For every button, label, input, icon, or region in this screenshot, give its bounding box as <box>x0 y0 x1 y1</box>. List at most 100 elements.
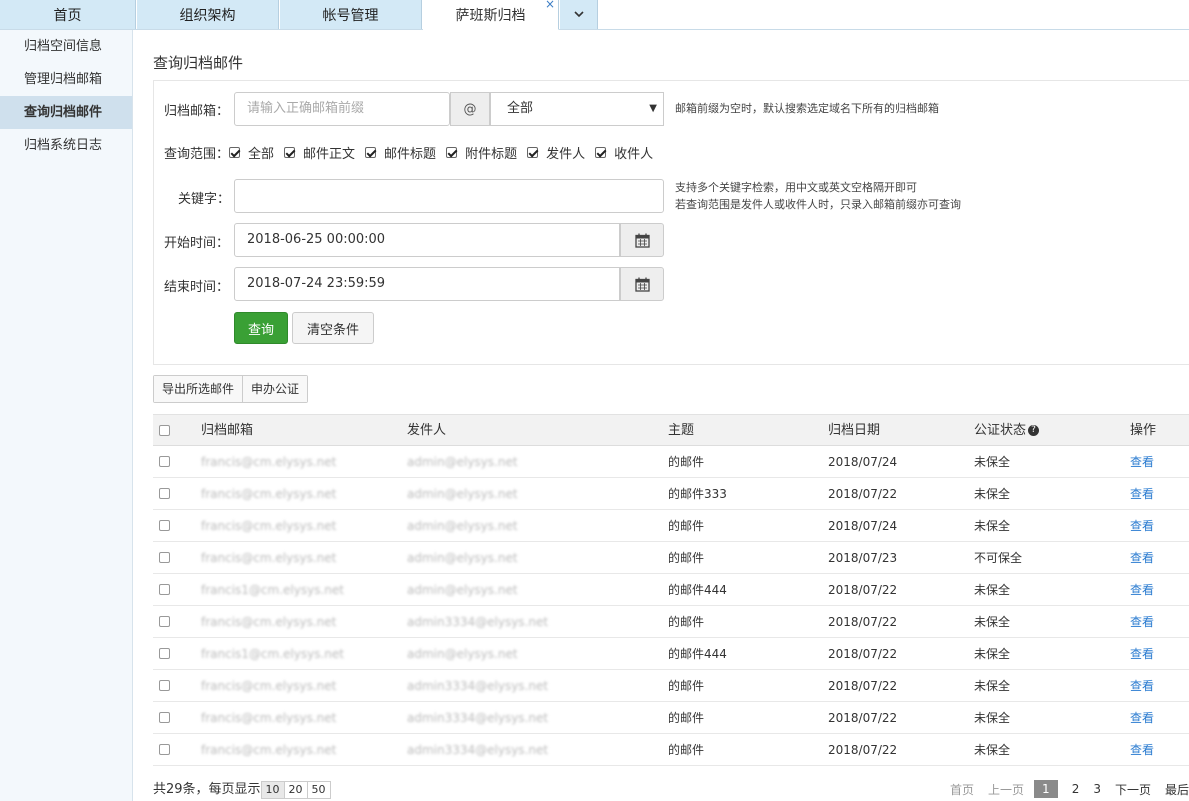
tab-organization[interactable]: 组织架构 <box>137 0 279 29</box>
calendar-icon <box>634 277 650 292</box>
row-checkbox[interactable] <box>159 680 170 691</box>
table-body: francis@cm.elysys.net admin@elysys.net 的邮件… <box>153 446 1189 766</box>
mailbox-label: 归档邮箱： <box>164 104 230 119</box>
table-row[interactable]: francis@cm.elysys.net admin@elysys.net 的邮件… <box>153 510 1189 542</box>
row-sender: admin3334@elysys.net <box>407 743 549 757</box>
checkbox[interactable] <box>365 147 377 158</box>
sidebar-item-archive-system-log[interactable]: 归档系统日志 <box>0 129 132 162</box>
mailbox-prefix-input[interactable]: 请输入正确邮箱前缀 <box>234 92 450 126</box>
row-checkbox[interactable] <box>159 616 170 627</box>
scope-checkbox-sender[interactable]: 发件人 <box>527 143 585 162</box>
table-row[interactable]: francis@cm.elysys.net admin3334@elysys.ne… <box>153 606 1189 638</box>
row-checkbox[interactable] <box>159 552 170 563</box>
row-subject: 的邮件 <box>668 615 705 629</box>
table-row[interactable]: francis1@cm.elysys.net admin@elysys.net 的邮… <box>153 638 1189 670</box>
row-sender: admin@elysys.net <box>407 583 518 597</box>
checkbox[interactable] <box>446 147 458 158</box>
search-button[interactable]: 查询 <box>234 312 288 344</box>
row-date: 2018/07/24 <box>828 519 898 533</box>
checkbox[interactable] <box>229 147 241 158</box>
table-row[interactable]: francis@cm.elysys.net admin3334@elysys.ne… <box>153 670 1189 702</box>
column-header-subject[interactable]: 主题 <box>668 415 694 447</box>
end-time-label: 结束时间： <box>164 280 230 295</box>
scope-checkbox-subject[interactable]: 邮件标题 <box>365 143 436 162</box>
scope-checkbox-all[interactable]: 全部 <box>229 143 274 162</box>
table-footer: 共29条，每页显示 10 20 50 首页 上一页 1 2 3 下一页 最后 <box>153 778 1189 800</box>
table-row[interactable]: francis@cm.elysys.net admin3334@elysys.ne… <box>153 734 1189 766</box>
start-time-input[interactable]: 2018-06-25 00:00:00 <box>234 223 620 257</box>
view-link[interactable]: 查看 <box>1130 606 1154 638</box>
page-size-option[interactable]: 10 <box>261 781 284 798</box>
column-header-status[interactable]: 公证状态? <box>974 415 1040 447</box>
domain-select[interactable]: 全部 ▼ <box>490 92 664 126</box>
tab-home[interactable]: 首页 <box>0 0 136 29</box>
pager-prev[interactable]: 上一页 <box>988 781 1024 798</box>
column-header-sender[interactable]: 发件人 <box>407 415 446 447</box>
close-icon[interactable]: × <box>545 0 555 11</box>
table-row[interactable]: francis@cm.elysys.net admin3334@elysys.ne… <box>153 702 1189 734</box>
row-checkbox[interactable] <box>159 712 170 723</box>
view-link[interactable]: 查看 <box>1130 670 1154 702</box>
table-row[interactable]: francis@cm.elysys.net admin@elysys.net 的邮件… <box>153 542 1189 574</box>
row-subject: 的邮件 <box>668 679 705 693</box>
scope-checkbox-attachment-title[interactable]: 附件标题 <box>446 143 517 162</box>
tab-more-button[interactable] <box>560 0 598 29</box>
caret-down-icon: ▼ <box>649 103 657 114</box>
row-checkbox[interactable] <box>159 520 170 531</box>
row-checkbox[interactable] <box>159 456 170 467</box>
row-checkbox[interactable] <box>159 488 170 499</box>
apply-notarization-button[interactable]: 申办公证 <box>242 376 308 402</box>
keyword-input[interactable] <box>234 179 664 213</box>
row-checkbox[interactable] <box>159 744 170 755</box>
select-all-checkbox[interactable] <box>159 425 170 436</box>
checkbox[interactable] <box>284 147 296 158</box>
view-link[interactable]: 查看 <box>1130 542 1154 574</box>
row-checkbox[interactable] <box>159 584 170 595</box>
view-link[interactable]: 查看 <box>1130 638 1154 670</box>
pager-next[interactable]: 下一页 <box>1115 781 1151 798</box>
tab-account-management[interactable]: 帐号管理 <box>280 0 422 29</box>
scope-checkbox-recipient[interactable]: 收件人 <box>595 143 653 162</box>
page-size-option[interactable]: 50 <box>306 781 330 798</box>
page-size-option[interactable]: 20 <box>283 781 307 798</box>
export-selected-button[interactable]: 导出所选邮件 <box>154 376 243 402</box>
pager-last[interactable]: 最后 <box>1165 781 1189 798</box>
column-header-date[interactable]: 归档日期 <box>828 415 880 447</box>
view-link[interactable]: 查看 <box>1130 574 1154 606</box>
keyword-hint-line: 支持多个关键字检索，用中文或英文空格隔开即可 <box>675 181 917 194</box>
sidebar-item-manage-archive-mailbox[interactable]: 管理归档邮箱 <box>0 63 132 96</box>
row-mailbox: francis@cm.elysys.net <box>201 519 337 533</box>
table-row[interactable]: francis1@cm.elysys.net admin@elysys.net 的邮… <box>153 574 1189 606</box>
scope-checkbox-body[interactable]: 邮件正文 <box>284 143 355 162</box>
end-calendar-button[interactable] <box>620 267 664 301</box>
sidebar-item-archive-space-info[interactable]: 归档空间信息 <box>0 30 132 63</box>
sidebar: 归档空间信息 管理归档邮箱 查询归档邮件 归档系统日志 <box>0 30 133 801</box>
table-row[interactable]: francis@cm.elysys.net admin@elysys.net 的邮件… <box>153 446 1189 478</box>
sidebar-item-query-archive-mail[interactable]: 查询归档邮件 <box>0 96 132 129</box>
column-header-mailbox[interactable]: 归档邮箱 <box>201 415 253 447</box>
view-link[interactable]: 查看 <box>1130 510 1154 542</box>
view-link[interactable]: 查看 <box>1130 446 1154 478</box>
clear-conditions-button[interactable]: 清空条件 <box>292 312 374 344</box>
view-link[interactable]: 查看 <box>1130 734 1154 766</box>
row-date: 2018/07/22 <box>828 583 898 597</box>
total-count-text: 共29条，每页显示 <box>153 782 261 797</box>
domain-select-value: 全部 <box>507 101 534 116</box>
pager-first[interactable]: 首页 <box>950 781 974 798</box>
pager-page-current[interactable]: 1 <box>1034 780 1058 798</box>
checkbox[interactable] <box>527 147 539 158</box>
table-row[interactable]: francis@cm.elysys.net admin@elysys.net 的邮件… <box>153 478 1189 510</box>
row-checkbox[interactable] <box>159 648 170 659</box>
end-time-input[interactable]: 2018-07-24 23:59:59 <box>234 267 620 301</box>
view-link[interactable]: 查看 <box>1130 478 1154 510</box>
pager-page[interactable]: 2 <box>1072 782 1080 796</box>
checkbox[interactable] <box>595 147 607 158</box>
row-subject: 的邮件 <box>668 711 705 725</box>
start-calendar-button[interactable] <box>620 223 664 257</box>
tab-sox-archive[interactable]: 萨班斯归档 × <box>423 0 559 30</box>
pager-page[interactable]: 3 <box>1093 782 1101 796</box>
question-circle-icon[interactable]: ? <box>1028 425 1040 436</box>
start-time-label: 开始时间： <box>164 236 230 251</box>
tab-label: 组织架构 <box>179 7 236 24</box>
view-link[interactable]: 查看 <box>1130 702 1154 734</box>
